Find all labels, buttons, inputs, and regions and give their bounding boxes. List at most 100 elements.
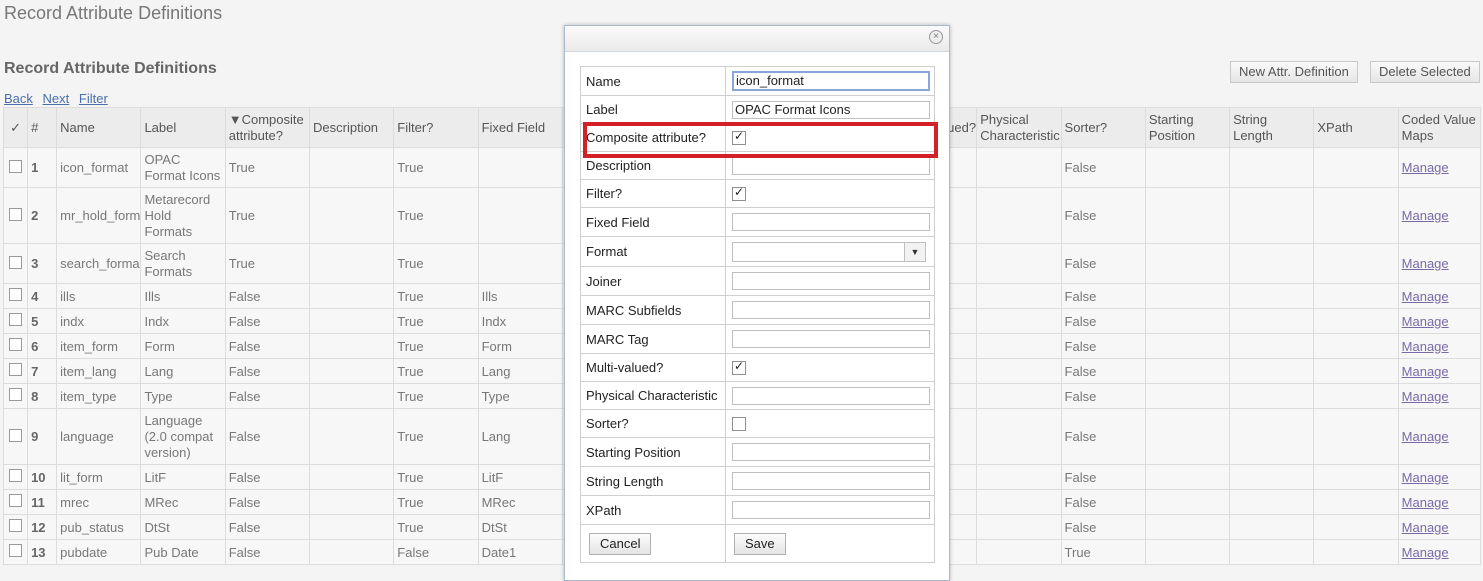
- row-checkbox[interactable]: [2, 243, 29, 284]
- row-checkbox[interactable]: [2, 514, 29, 540]
- chevron-down-icon[interactable]: ▼: [904, 242, 925, 261]
- header-filter[interactable]: Filter?: [393, 107, 479, 148]
- row-select-checkbox[interactable]: [9, 338, 23, 351]
- format-select[interactable]: ▼: [732, 241, 926, 262]
- xpath-input[interactable]: [732, 501, 930, 519]
- row-checkbox[interactable]: [2, 408, 29, 465]
- row-checkbox[interactable]: [2, 358, 29, 384]
- multi-valued-checkbox[interactable]: ✓: [732, 359, 746, 376]
- row-coded-maps[interactable]: Manage: [1397, 408, 1482, 465]
- row-coded-maps[interactable]: Manage: [1397, 147, 1482, 188]
- row-label: Search Formats: [140, 243, 226, 284]
- manage-link[interactable]: Manage: [1402, 339, 1449, 354]
- physical-characteristic-input[interactable]: [732, 386, 930, 405]
- manage-link[interactable]: Manage: [1402, 314, 1449, 329]
- delete-selected-button[interactable]: Delete Selected: [1370, 61, 1480, 83]
- row-coded-maps[interactable]: Manage: [1397, 243, 1482, 284]
- row-select-checkbox[interactable]: [9, 428, 23, 442]
- starting-position-input[interactable]: [732, 443, 930, 461]
- row-starting: [1144, 147, 1231, 188]
- header-sorter[interactable]: Sorter?: [1060, 107, 1146, 148]
- select-all-header[interactable]: ✓: [2, 107, 29, 148]
- manage-link[interactable]: Manage: [1402, 364, 1449, 379]
- header-physical[interactable]: Physical Characteristic: [976, 107, 1062, 148]
- back-link[interactable]: Back: [4, 91, 33, 106]
- row-filter: True: [393, 358, 479, 384]
- save-button[interactable]: Save: [734, 532, 786, 555]
- row-select-checkbox[interactable]: [9, 207, 23, 221]
- row-checkbox[interactable]: [2, 539, 29, 565]
- next-link[interactable]: Next: [43, 91, 70, 106]
- cancel-button[interactable]: Cancel: [589, 532, 652, 555]
- manage-link[interactable]: Manage: [1402, 289, 1449, 304]
- row-starting: [1144, 333, 1231, 359]
- row-coded-maps[interactable]: Manage: [1397, 187, 1482, 244]
- manage-link[interactable]: Manage: [1402, 545, 1449, 560]
- manage-link[interactable]: Manage: [1402, 160, 1449, 175]
- row-checkbox[interactable]: [2, 187, 29, 244]
- header-fixed-field[interactable]: Fixed Field: [477, 107, 563, 148]
- manage-link[interactable]: Manage: [1402, 470, 1449, 485]
- header-label[interactable]: Label: [140, 107, 226, 148]
- string-length-input[interactable]: [732, 472, 930, 490]
- row-label: MRec: [140, 489, 226, 515]
- row-coded-maps[interactable]: Manage: [1397, 308, 1482, 334]
- row-select-checkbox[interactable]: [9, 363, 23, 376]
- row-checkbox[interactable]: [2, 489, 29, 515]
- filter-checkbox[interactable]: ✓: [732, 185, 746, 202]
- row-select-checkbox[interactable]: [9, 388, 23, 401]
- label-input[interactable]: [732, 100, 930, 119]
- row-coded-maps[interactable]: Manage: [1397, 489, 1482, 515]
- manage-link[interactable]: Manage: [1402, 256, 1449, 271]
- row-select-checkbox[interactable]: [9, 255, 23, 269]
- row-checkbox[interactable]: [2, 308, 29, 334]
- description-input[interactable]: [732, 156, 930, 175]
- row-coded-maps[interactable]: Manage: [1397, 464, 1482, 490]
- joiner-input[interactable]: [732, 272, 930, 290]
- row-coded-maps[interactable]: Manage: [1397, 514, 1482, 540]
- close-icon[interactable]: ×: [929, 30, 943, 44]
- header-composite[interactable]: ▼Composite attribute?: [224, 107, 311, 148]
- row-select-checkbox[interactable]: [9, 313, 23, 326]
- row-checkbox[interactable]: [2, 464, 29, 490]
- row-num: 1: [27, 147, 58, 188]
- fixed-field-input[interactable]: [732, 213, 930, 231]
- header-xpath[interactable]: XPath: [1313, 107, 1399, 148]
- manage-link[interactable]: Manage: [1402, 208, 1449, 223]
- row-composite: False: [224, 514, 311, 540]
- manage-link[interactable]: Manage: [1402, 389, 1449, 404]
- row-string-length: [1229, 408, 1315, 465]
- marc-subfields-input[interactable]: [732, 301, 930, 319]
- row-select-checkbox[interactable]: [9, 519, 23, 532]
- row-label: Type: [140, 383, 226, 409]
- header-description[interactable]: Description: [309, 107, 395, 148]
- row-checkbox[interactable]: [2, 147, 29, 188]
- header-string-length[interactable]: String Length: [1229, 107, 1315, 148]
- row-checkbox[interactable]: [2, 333, 29, 359]
- row-coded-maps[interactable]: Manage: [1397, 539, 1482, 565]
- marc-tag-input[interactable]: [732, 330, 930, 348]
- row-coded-maps[interactable]: Manage: [1397, 383, 1482, 409]
- header-coded-value-maps[interactable]: Coded Value Maps: [1397, 107, 1482, 148]
- manage-link[interactable]: Manage: [1402, 520, 1449, 535]
- name-input[interactable]: [732, 71, 930, 91]
- filter-link[interactable]: Filter: [79, 91, 108, 106]
- row-coded-maps[interactable]: Manage: [1397, 333, 1482, 359]
- header-name[interactable]: Name: [56, 107, 142, 148]
- row-select-checkbox[interactable]: [9, 544, 23, 557]
- row-coded-maps[interactable]: Manage: [1397, 358, 1482, 384]
- row-select-checkbox[interactable]: [9, 288, 23, 301]
- manage-link[interactable]: Manage: [1402, 495, 1449, 510]
- row-select-checkbox[interactable]: [9, 494, 23, 507]
- row-coded-maps[interactable]: Manage: [1397, 283, 1482, 309]
- row-checkbox[interactable]: [2, 383, 29, 409]
- manage-link[interactable]: Manage: [1402, 429, 1449, 444]
- row-select-checkbox[interactable]: [9, 469, 23, 482]
- row-checkbox[interactable]: [2, 283, 29, 309]
- row-sorter: False: [1060, 283, 1146, 309]
- sorter-checkbox[interactable]: [732, 417, 746, 432]
- row-name: ills: [56, 283, 142, 309]
- header-starting-position[interactable]: Starting Position: [1144, 107, 1231, 148]
- new-attr-definition-button[interactable]: New Attr. Definition: [1230, 61, 1358, 83]
- row-select-checkbox[interactable]: [9, 159, 23, 173]
